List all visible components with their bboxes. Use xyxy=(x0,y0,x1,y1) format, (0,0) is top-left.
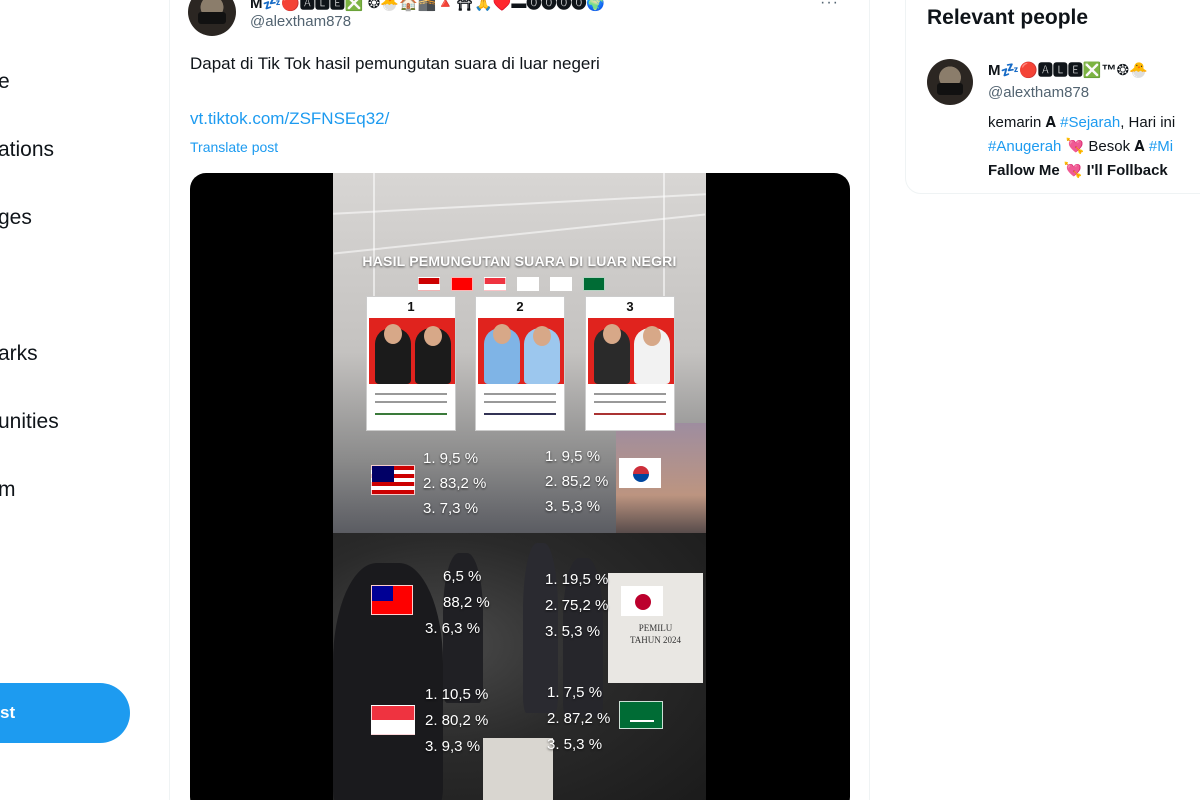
author-display-name[interactable]: M💤🔴🅰🅻🅴❎ ❂🐣🏠🕋🔺⛩🙏♥️▬⓿⓿⓿⓿🌍 xyxy=(250,0,605,13)
result-singapore-1: 1. 10,5 % xyxy=(425,686,489,703)
translate-post-link[interactable]: Translate post xyxy=(190,139,278,155)
result-taiwan-1: 6,5 % xyxy=(443,568,482,585)
left-navigation: e ations ges arks unities m st xyxy=(0,0,170,800)
saudi-flag-icon xyxy=(619,701,663,729)
result-saudi-1: 1. 7,5 % xyxy=(547,684,603,701)
author-handle[interactable]: @alextham878 xyxy=(250,13,351,30)
result-korea-2: 2. 85,2 % xyxy=(545,473,609,490)
more-options-icon[interactable]: ··· xyxy=(820,0,839,12)
japan-flag-icon xyxy=(621,586,663,616)
candidate-card-1: 1 xyxy=(366,296,456,431)
candidate-card-2: 2 xyxy=(475,296,565,431)
relevant-person-name[interactable]: M💤🔴🅰🅻🅴❎™❂🐣 xyxy=(988,59,1148,80)
result-japan-2: 2. 75,2 % xyxy=(545,597,609,614)
tweet-column: M💤🔴🅰🅻🅴❎ ❂🐣🏠🕋🔺⛩🙏♥️▬⓿⓿⓿⓿🌍 @alextham878 ···… xyxy=(170,0,870,800)
tweet-media[interactable]: PEMILU TAHUN 2024 HASIL PEMUNGUTAN SUARA… xyxy=(190,173,850,800)
video-title: HASIL PEMUNGUTAN SUARA DI LUAR NEGRI xyxy=(362,253,677,269)
result-japan-1: 1. 19,5 % xyxy=(545,571,609,588)
nav-item-premium[interactable]: m xyxy=(0,478,16,502)
nav-item-messages[interactable]: ges xyxy=(0,206,32,230)
result-singapore-3: 3. 9,3 % xyxy=(425,738,481,755)
result-korea-1: 1. 9,5 % xyxy=(545,448,601,465)
korea-flag-icon xyxy=(619,458,661,488)
result-malaysia-2: 2. 83,2 % xyxy=(423,475,487,492)
result-malaysia-1: 1. 9,5 % xyxy=(423,450,479,467)
author-avatar[interactable] xyxy=(188,0,236,36)
post-button[interactable]: st xyxy=(0,683,130,743)
relevant-person-handle[interactable]: @alextham878 xyxy=(988,84,1089,101)
right-sidebar: Relevant people M💤🔴🅰🅻🅴❎™❂🐣 @alextham878 … xyxy=(905,0,1200,800)
nav-item-home[interactable]: e xyxy=(0,70,10,94)
relevant-people-title: Relevant people xyxy=(927,6,1089,29)
relevant-people-card: Relevant people M💤🔴🅰🅻🅴❎™❂🐣 @alextham878 … xyxy=(905,0,1200,194)
video-frame[interactable]: PEMILU TAHUN 2024 HASIL PEMUNGUTAN SUARA… xyxy=(333,173,706,800)
result-saudi-2: 2. 87,2 % xyxy=(547,710,611,727)
nav-item-notifications[interactable]: ations xyxy=(0,138,54,162)
relevant-person-bio: kemarin 𝐀 #Sejarah, Hari ini #Anugerah 💘… xyxy=(988,114,1176,179)
hashtag-mi[interactable]: #Mi xyxy=(1149,138,1173,155)
result-taiwan-2: 88,2 % xyxy=(443,594,490,611)
result-korea-3: 3. 5,3 % xyxy=(545,498,601,515)
relevant-person-avatar[interactable] xyxy=(927,59,973,105)
singapore-flag-icon xyxy=(371,705,415,735)
tweet-link[interactable]: vt.tiktok.com/ZSFNSEq32/ xyxy=(190,109,389,129)
result-saudi-3: 3. 5,3 % xyxy=(547,736,603,753)
result-singapore-2: 2. 80,2 % xyxy=(425,712,489,729)
taiwan-flag-icon xyxy=(371,585,413,615)
malaysia-flag-icon xyxy=(371,465,415,495)
result-taiwan-3: 3. 6,3 % xyxy=(425,620,481,637)
nav-item-communities[interactable]: unities xyxy=(0,410,59,434)
hashtag-anugerah[interactable]: #Anugerah xyxy=(988,138,1061,155)
result-japan-3: 3. 5,3 % xyxy=(545,623,601,640)
result-malaysia-3: 3. 7,3 % xyxy=(423,500,479,517)
tweet-text: Dapat di Tik Tok hasil pemungutan suara … xyxy=(190,54,600,73)
hashtag-sejarah[interactable]: #Sejarah xyxy=(1060,114,1120,131)
nav-item-bookmarks[interactable]: arks xyxy=(0,342,38,366)
candidate-card-3: 3 xyxy=(585,296,675,431)
